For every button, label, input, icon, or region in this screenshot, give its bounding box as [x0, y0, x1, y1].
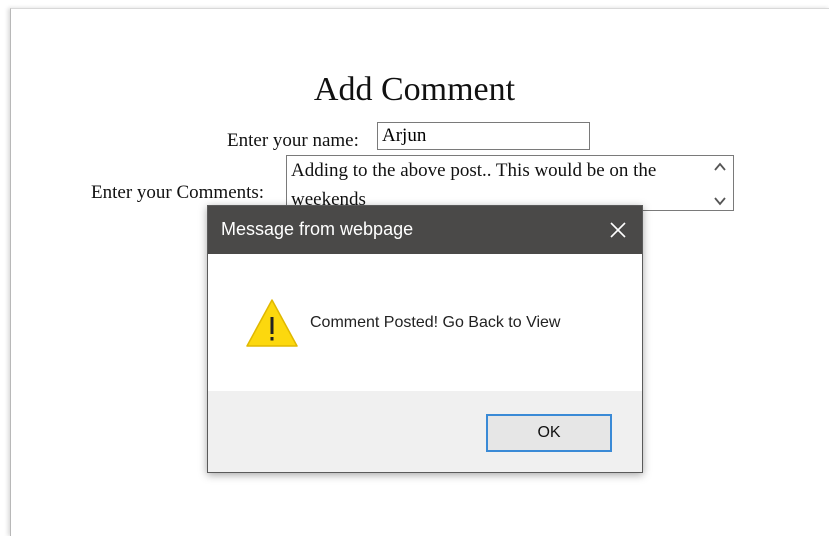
- scroll-up-arrow-icon[interactable]: [713, 160, 727, 174]
- name-input[interactable]: [377, 122, 590, 150]
- alert-dialog: Message from webpage Comment Posted! Go …: [207, 205, 643, 473]
- close-icon[interactable]: [602, 214, 634, 246]
- comments-label: Enter your Comments:: [91, 182, 265, 203]
- comments-textarea[interactable]: Adding to the above post.. This would be…: [286, 155, 734, 211]
- comments-scrollbar[interactable]: [709, 156, 733, 210]
- ok-button[interactable]: OK: [486, 414, 612, 452]
- dialog-body: Comment Posted! Go Back to View: [208, 254, 642, 391]
- dialog-message: Comment Posted! Go Back to View: [310, 314, 561, 331]
- dialog-titlebar: Message from webpage: [208, 206, 642, 254]
- page-title: Add Comment: [313, 71, 516, 108]
- name-label: Enter your name:: [227, 130, 359, 151]
- dialog-title: Message from webpage: [221, 219, 414, 239]
- comments-text: Adding to the above post.. This would be…: [291, 160, 657, 210]
- scroll-down-arrow-icon[interactable]: [713, 194, 727, 208]
- dialog-footer: OK: [208, 391, 642, 472]
- warning-icon: [246, 299, 298, 347]
